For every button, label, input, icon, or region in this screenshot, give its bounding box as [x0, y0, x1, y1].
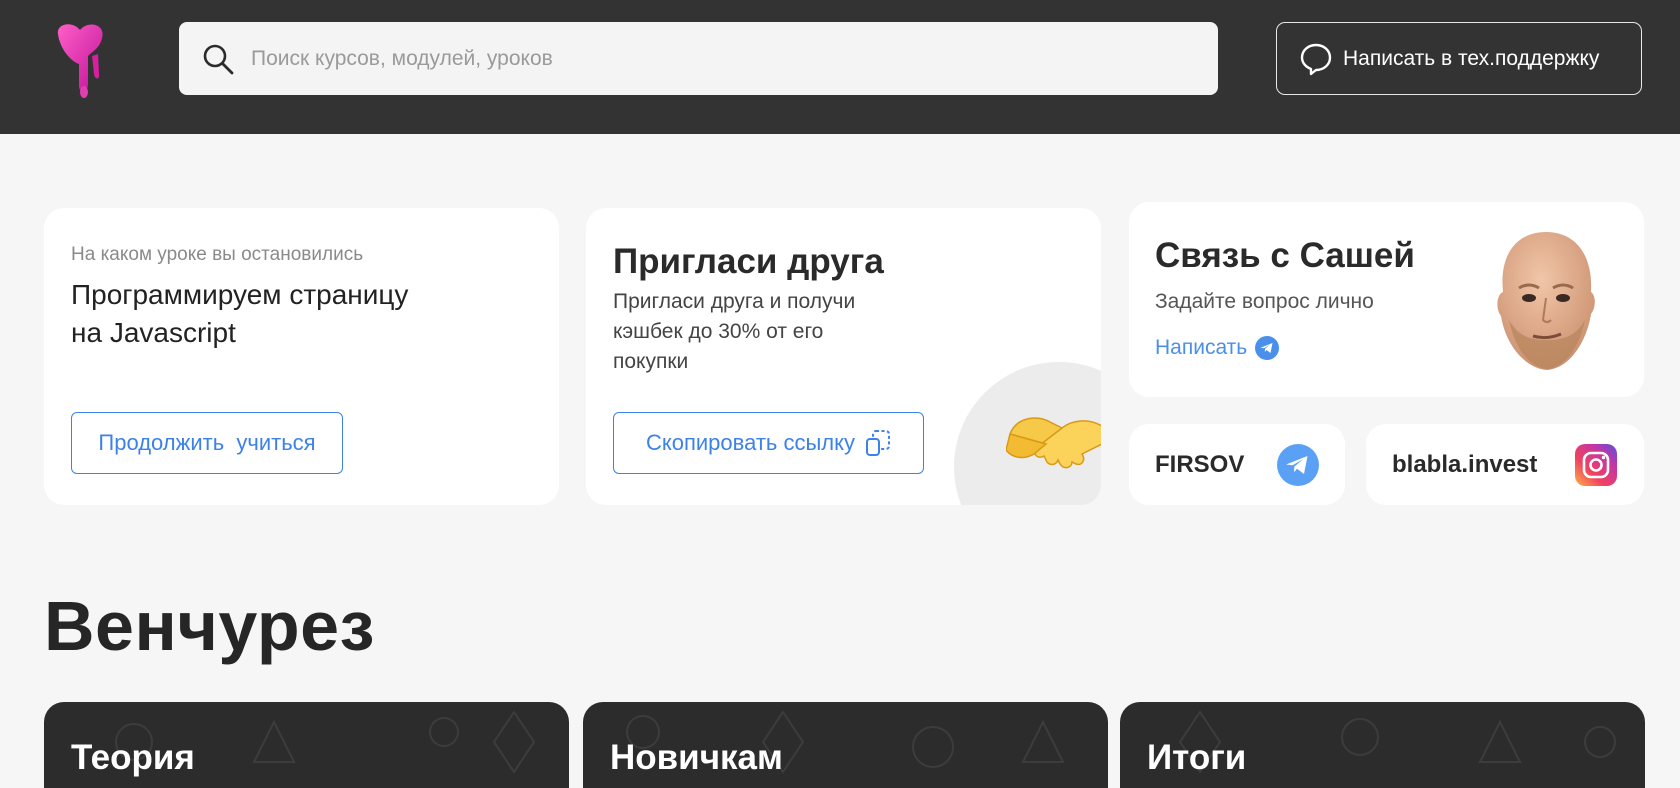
chat-bubble-icon — [1300, 43, 1332, 75]
search-input[interactable] — [251, 22, 1191, 95]
resume-caption: На каком уроке вы остановились — [71, 244, 364, 265]
avatar — [1497, 232, 1595, 370]
module-card-beginners[interactable]: Новичкам — [583, 702, 1108, 788]
invite-title: Пригласи друга — [613, 242, 884, 281]
search-icon — [203, 44, 234, 75]
continue-learning-button[interactable]: Продолжить учиться — [71, 412, 343, 474]
sasha-subtitle: Задайте вопрос лично — [1155, 290, 1374, 313]
telegram-icon — [1255, 336, 1280, 360]
logo-icon[interactable] — [52, 22, 108, 102]
telegram-channel-name: FIRSOV — [1155, 451, 1245, 478]
module-card-theory[interactable]: Теория — [44, 702, 569, 788]
sasha-title: Связь с Сашей — [1155, 236, 1415, 275]
module-card-title: Итоги — [1147, 738, 1247, 777]
section-title: Венчурез — [44, 587, 375, 665]
invite-description: Пригласи друга и получи кэшбек до 30% от… — [613, 290, 856, 373]
top-bar: Написать в тех.поддержку — [0, 0, 1680, 134]
resume-lesson-card: На каком уроке вы остановились Программи… — [44, 208, 559, 505]
telegram-channel-card[interactable]: FIRSOV — [1129, 424, 1345, 505]
write-link[interactable]: Написать — [1155, 336, 1280, 360]
search-bar[interactable] — [179, 22, 1218, 95]
module-card-title: Теория — [71, 738, 195, 777]
instagram-card[interactable]: blabla.invest — [1366, 424, 1644, 505]
copy-link-button[interactable]: Скопировать ссылку — [613, 412, 924, 474]
invite-friend-card: Пригласи друга Пригласи друга и получи к… — [586, 208, 1101, 505]
handshake-icon — [1006, 417, 1101, 469]
contact-sasha-card: Связь с Сашей Задайте вопрос лично Напис… — [1129, 202, 1644, 397]
instagram-account-name: blabla.invest — [1392, 451, 1538, 478]
copy-icon — [866, 430, 891, 456]
module-card-title: Новичкам — [610, 738, 783, 777]
support-button-label: Написать в тех.поддержку — [1343, 46, 1600, 70]
lesson-title: Программируем страницу на Javascript — [71, 279, 409, 348]
telegram-icon — [1277, 444, 1319, 486]
instagram-icon — [1575, 444, 1617, 486]
support-button[interactable]: Написать в тех.поддержку — [1276, 22, 1642, 95]
module-card-results[interactable]: Итоги — [1120, 702, 1645, 788]
